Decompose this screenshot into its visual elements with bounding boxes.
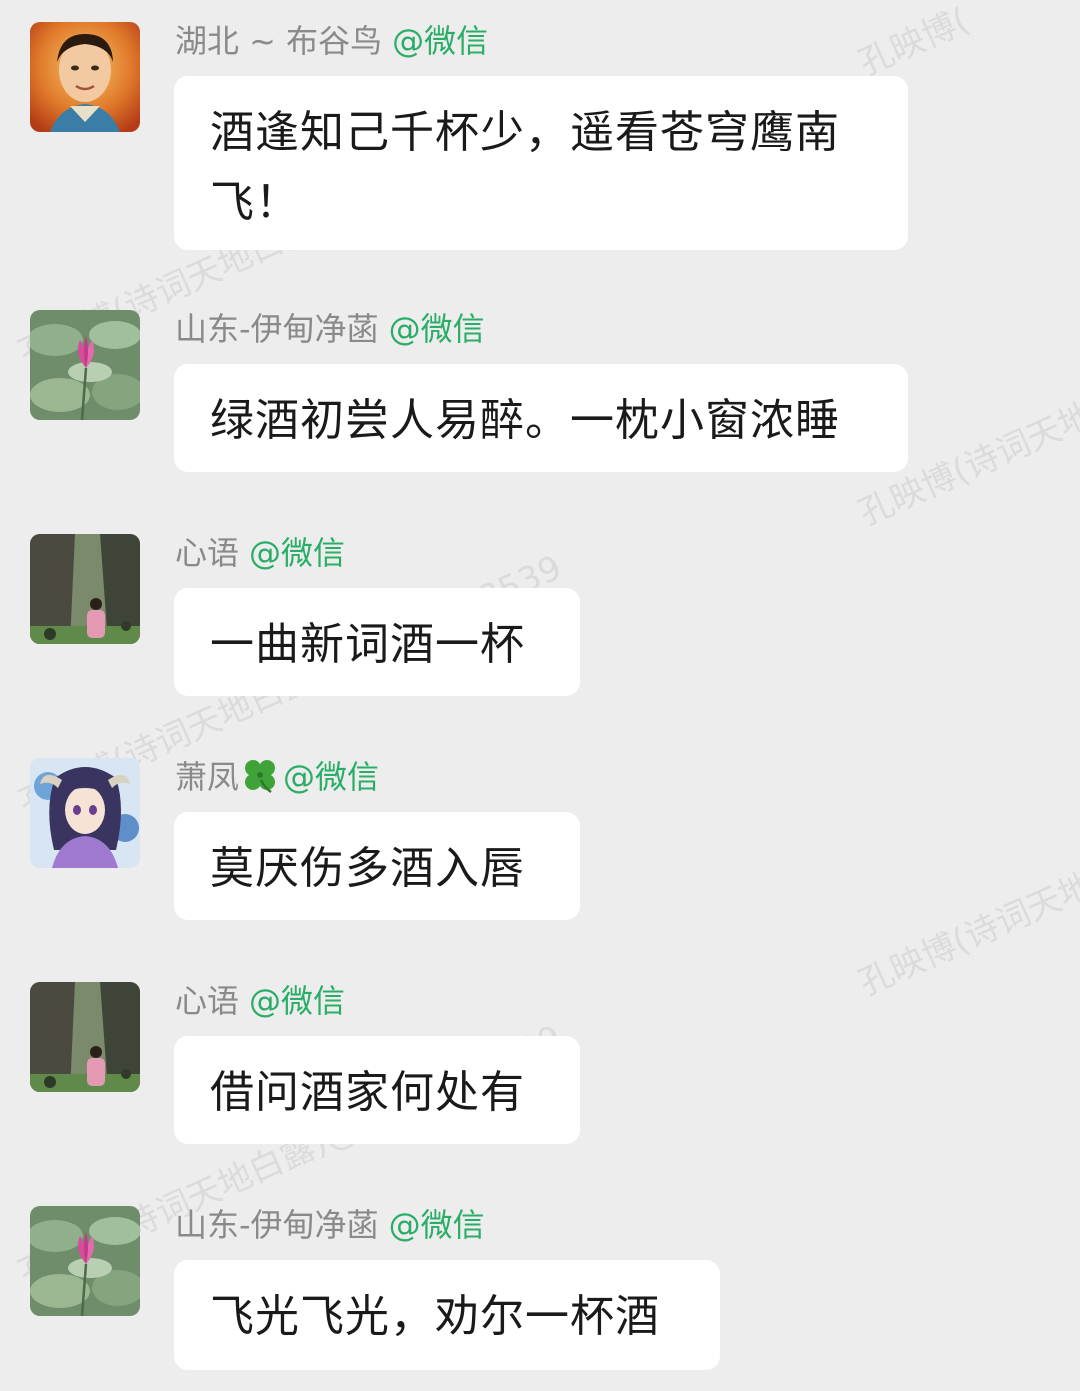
message-text: 一曲新词酒一杯	[210, 619, 525, 670]
sender-name[interactable]: 山东-伊甸净菡	[175, 310, 379, 348]
sender-line: 萧凤 @微信	[175, 756, 379, 798]
sender-line: 心语 @微信	[175, 532, 345, 574]
portrait-avatar[interactable]	[30, 22, 140, 132]
message-text: 莫厌伤多酒入唇	[210, 843, 525, 894]
sender-line: 湖北 ~ 布谷鸟 @微信	[175, 20, 488, 62]
cliff-avatar[interactable]	[30, 534, 140, 644]
sender-line: 心语 @微信	[175, 980, 345, 1022]
message-text: 借问酒家何处有	[210, 1067, 525, 1118]
sender-name[interactable]: 萧凤	[175, 758, 239, 796]
cliff-avatar[interactable]	[30, 982, 140, 1092]
message-bubble[interactable]: 一曲新词酒一杯	[174, 588, 580, 696]
source-tag: @微信	[388, 310, 485, 348]
message-text: 酒逢知己千杯少，遥看苍穹鹰南飞！	[210, 107, 840, 228]
source-tag: @微信	[249, 982, 346, 1020]
sender-name[interactable]: 心语	[175, 982, 239, 1020]
sender-name[interactable]: 心语	[175, 534, 239, 572]
message-bubble[interactable]: 绿酒初尝人易醉。一枕小窗浓睡	[174, 364, 908, 472]
message-text: 飞光飞光，劝尔一杯酒	[210, 1291, 660, 1342]
message-bubble[interactable]: 借问酒家何处有	[174, 1036, 580, 1144]
sender-name[interactable]: 山东-伊甸净菡	[175, 1206, 379, 1244]
source-tag: @微信	[392, 22, 489, 60]
source-tag: @微信	[283, 758, 380, 796]
message-bubble[interactable]: 飞光飞光，劝尔一杯酒	[174, 1260, 720, 1370]
lotus-avatar[interactable]	[30, 1206, 140, 1316]
message-bubble[interactable]: 酒逢知己千杯少，遥看苍穹鹰南飞！	[174, 76, 908, 250]
chat-list: 湖北 ~ 布谷鸟 @微信 酒逢知己千杯少，遥看苍穹鹰南飞！ 山东-伊甸净菡 @微信	[0, 0, 1080, 1391]
sender-line: 山东-伊甸净菡 @微信	[175, 308, 485, 350]
message-text: 绿酒初尝人易醉。一枕小窗浓睡	[210, 395, 840, 446]
sender-name[interactable]: 湖北 ~ 布谷鸟	[175, 22, 382, 60]
source-tag: @微信	[249, 534, 346, 572]
source-tag: @微信	[388, 1206, 485, 1244]
sender-line: 山东-伊甸净菡 @微信	[175, 1204, 485, 1246]
anime-avatar[interactable]	[30, 758, 140, 868]
message-bubble[interactable]: 莫厌伤多酒入唇	[174, 812, 580, 920]
lotus-avatar[interactable]	[30, 310, 140, 420]
four-leaf-clover-icon	[241, 756, 279, 794]
